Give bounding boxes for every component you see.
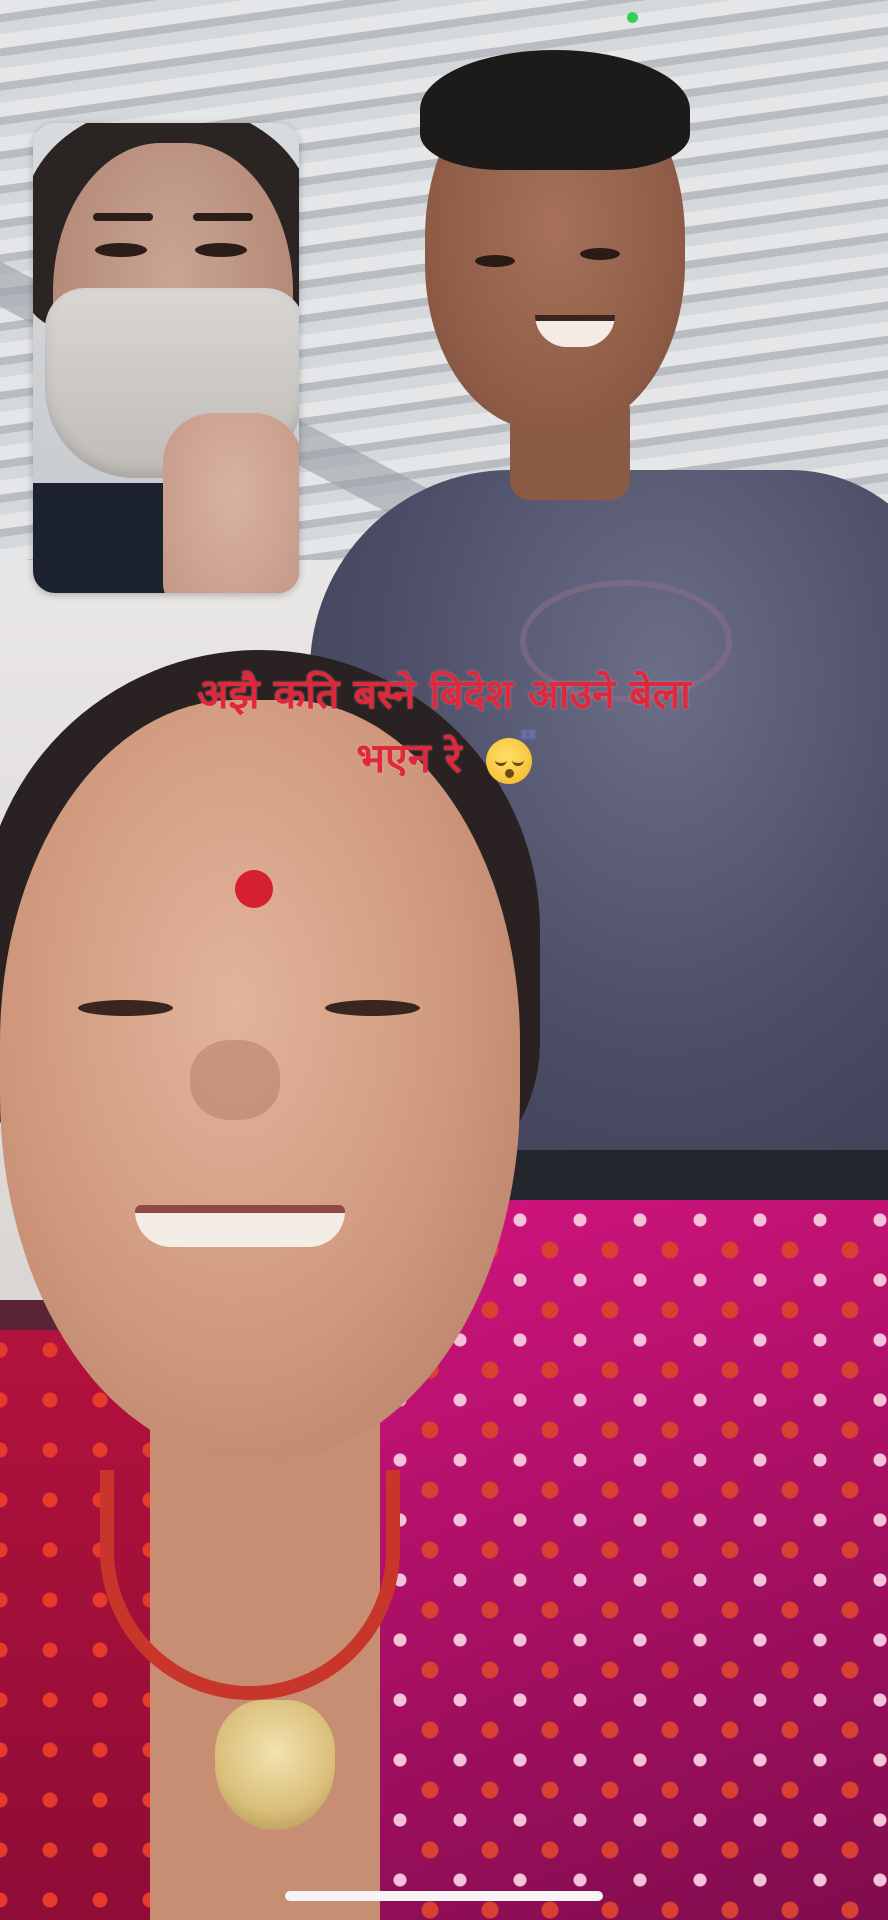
self-view-pip[interactable] <box>33 123 299 593</box>
man-left-eye <box>475 255 515 267</box>
sleeping-face-icon-mouth <box>504 769 514 778</box>
sleeping-face-icon-zzz: zz <box>520 727 536 742</box>
woman-nose <box>190 1040 280 1120</box>
necklace-pendant <box>215 1700 335 1830</box>
self-view-right-brow <box>193 213 253 221</box>
woman-right-eye <box>325 1000 420 1016</box>
self-view-right-eye <box>195 243 247 257</box>
video-call-screen: अझै कति बस्ने बिदेश आउने बेला भएन रे zz <box>0 0 888 1920</box>
self-view-left-brow <box>93 213 153 221</box>
bindi <box>235 870 273 908</box>
sleeping-face-icon: zz <box>485 728 536 784</box>
woman-left-eye <box>78 1000 173 1016</box>
man-right-eye <box>580 248 620 260</box>
caption-line-2-text: भएन रे <box>356 734 462 782</box>
home-indicator-bar[interactable] <box>285 1891 603 1901</box>
woman-mouth <box>135 1205 345 1247</box>
camera-in-use-indicator <box>627 12 638 23</box>
self-view-left-eye <box>95 243 147 257</box>
self-view-hand <box>163 413 299 593</box>
caption-line-1: अझै कति बस्ने बिदेश आउने बेला <box>197 670 691 718</box>
caption-line-2: भएन रे zz <box>120 726 768 790</box>
man-hair <box>420 50 690 170</box>
video-caption: अझै कति बस्ने बिदेश आउने बेला भएन रे zz <box>120 662 768 790</box>
